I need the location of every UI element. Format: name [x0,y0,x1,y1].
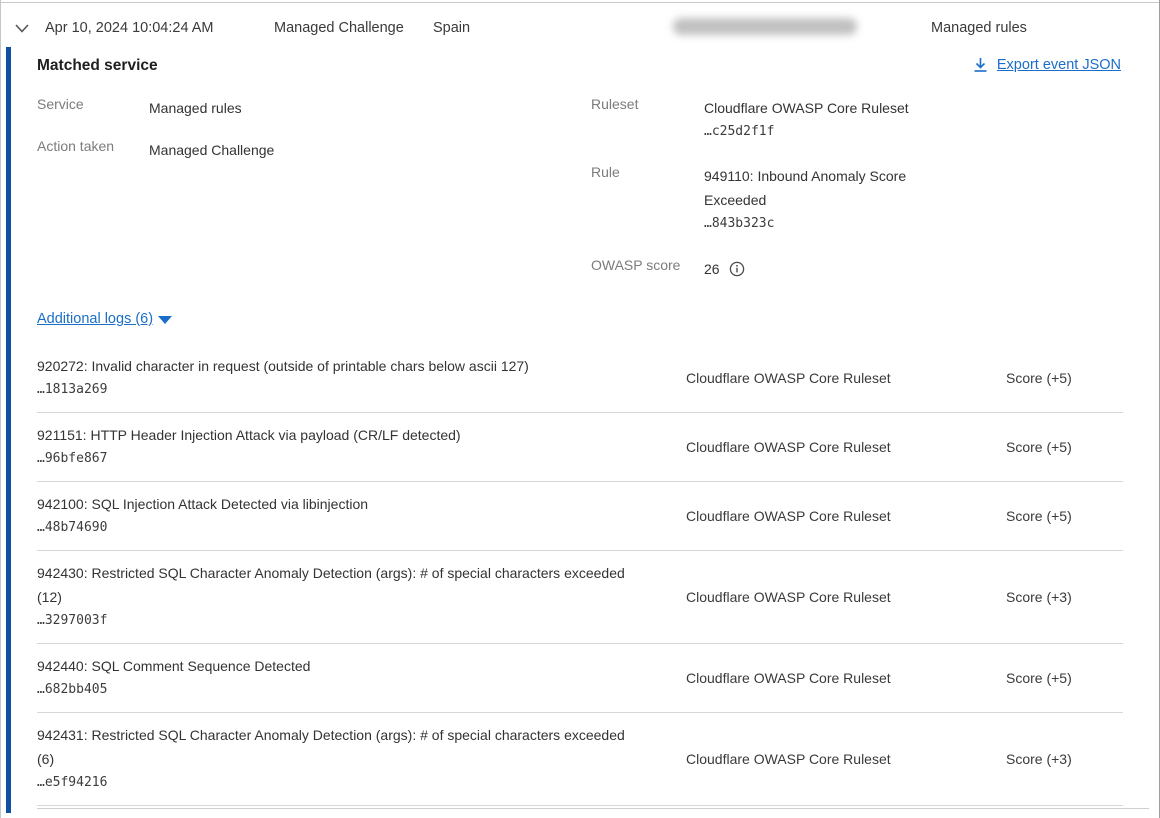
log-row: 942430: Restricted SQL Character Anomaly… [37,551,1123,644]
log-rule-hash: …48b74690 [37,516,626,540]
collapse-chevron-icon[interactable] [14,22,30,34]
log-ruleset: Cloudflare OWASP Core Ruleset [686,508,1006,524]
log-score: Score (+3) [1006,589,1123,605]
service-value: Managed rules [149,96,242,120]
log-description: 942440: SQL Comment Sequence Detected [37,654,626,678]
log-score: Score (+5) [1006,439,1123,455]
log-row: 920272: Invalid character in request (ou… [37,344,1123,413]
caret-down-icon [158,316,172,324]
redacted-value [673,18,857,35]
additional-logs-label: Additional logs (6) [37,311,153,327]
log-rule-hash: …e5f94216 [37,771,626,795]
matched-service-title: Matched service [37,57,158,75]
log-description: 921151: HTTP Header Injection Attack via… [37,423,626,447]
action-taken-value: Managed Challenge [149,138,274,162]
export-event-json-label: Export event JSON [997,57,1121,73]
log-ruleset: Cloudflare OWASP Core Ruleset [686,370,1006,386]
log-ruleset: Cloudflare OWASP Core Ruleset [686,439,1006,455]
ruleset-value: Cloudflare OWASP Core Ruleset [704,96,909,120]
ruleset-label: Ruleset [591,96,704,144]
event-service: Managed rules [931,20,1027,36]
log-score: Score (+5) [1006,370,1123,386]
log-rule-hash: …96bfe867 [37,447,626,471]
log-row: 942440: SQL Comment Sequence Detected …6… [37,644,1123,713]
log-description: 920272: Invalid character in request (ou… [37,354,626,378]
log-description: 942431: Restricted SQL Character Anomaly… [37,723,626,771]
log-row: 942431: Restricted SQL Character Anomaly… [37,713,1123,806]
log-score: Score (+5) [1006,670,1123,686]
log-row: 942100: SQL Injection Attack Detected vi… [37,482,1123,551]
field-service: Service Managed rules [37,96,242,120]
export-event-json-link[interactable]: Export event JSON [973,57,1121,73]
info-icon[interactable] [729,261,745,277]
action-taken-label: Action taken [37,138,149,162]
event-timestamp: Apr 10, 2024 10:04:24 AM [45,20,214,36]
log-ruleset: Cloudflare OWASP Core Ruleset [686,589,1006,605]
service-label: Service [37,96,149,120]
event-country: Spain [433,20,470,36]
owasp-score-label: OWASP score [591,257,704,281]
log-ruleset: Cloudflare OWASP Core Ruleset [686,670,1006,686]
log-score: Score (+3) [1006,751,1123,767]
panel-bottom-divider [37,808,1149,809]
download-icon [973,57,988,73]
log-rule-hash: …682bb405 [37,678,626,702]
log-rule-hash: …1813a269 [37,378,626,402]
log-description: 942100: SQL Injection Attack Detected vi… [37,492,626,516]
log-score: Score (+5) [1006,508,1123,524]
rule-value: 949110: Inbound Anomaly Score Exceeded [704,164,936,212]
firewall-event-detail: Apr 10, 2024 10:04:24 AM Managed Challen… [0,0,1160,818]
event-summary-row[interactable]: Apr 10, 2024 10:04:24 AM Managed Challen… [1,3,1159,47]
event-detail-panel: Matched service Export event JSON Servic… [1,47,1159,818]
log-rule-hash: …3297003f [37,609,626,633]
log-description: 942430: Restricted SQL Character Anomaly… [37,561,626,609]
log-ruleset: Cloudflare OWASP Core Ruleset [686,751,1006,767]
field-action-taken: Action taken Managed Challenge [37,138,274,162]
additional-logs-table: 920272: Invalid character in request (ou… [37,344,1123,806]
rule-label: Rule [591,164,704,236]
log-row: 921151: HTTP Header Injection Attack via… [37,413,1123,482]
owasp-score-value: 26 [704,257,720,281]
ruleset-hash: …c25d2f1f [704,120,909,144]
event-action: Managed Challenge [274,20,404,36]
selected-row-accent [6,47,11,813]
additional-logs-toggle[interactable]: Additional logs (6) [37,311,172,327]
rule-hash: …843b323c [704,212,936,236]
field-owasp-score: OWASP score 26 [591,257,745,281]
field-rule: Rule 949110: Inbound Anomaly Score Excee… [591,164,936,236]
field-ruleset: Ruleset Cloudflare OWASP Core Ruleset …c… [591,96,909,144]
